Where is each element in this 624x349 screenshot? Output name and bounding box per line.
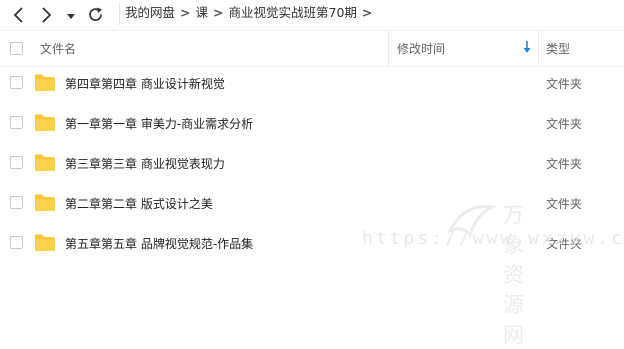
file-row[interactable]: 第三章第三章 商业视觉表现力 文件夹 (0, 144, 624, 182)
file-type: 文件夹 (546, 237, 583, 251)
breadcrumb-item-my-drive[interactable]: 我的网盘 (125, 5, 175, 20)
file-row[interactable]: 第二章第二章 版式设计之美 文件夹 (0, 184, 624, 222)
file-row[interactable]: 第一章第一章 审美力-商业需求分析 文件夹 (0, 104, 624, 142)
file-type: 文件夹 (546, 157, 583, 171)
file-name[interactable]: 第四章第四章 商业设计新视觉 (65, 75, 225, 92)
file-type: 文件夹 (546, 77, 583, 91)
file-list-header: 文件名 修改时间 类型 (0, 30, 624, 67)
column-divider[interactable] (388, 31, 389, 66)
row-checkbox[interactable] (10, 76, 23, 89)
breadcrumb-divider (119, 3, 120, 25)
chevron-right-icon (42, 7, 52, 23)
file-row[interactable]: 第五章第五章 品牌视觉规范-作品集 文件夹 (0, 224, 624, 262)
folder-icon (35, 154, 55, 171)
breadcrumb: 我的网盘 > 课 > 商业视觉实战班第70期 > (125, 5, 377, 21)
row-checkbox[interactable] (10, 116, 23, 129)
file-row[interactable]: 第四章第四章 商业设计新视觉 文件夹 (0, 64, 624, 102)
column-header-modified[interactable]: 修改时间 (397, 40, 445, 57)
refresh-button[interactable] (86, 5, 106, 25)
breadcrumb-separator: > (361, 5, 373, 20)
chevron-left-icon (13, 7, 23, 23)
file-name[interactable]: 第二章第二章 版式设计之美 (65, 195, 213, 212)
row-checkbox[interactable] (10, 156, 23, 169)
caret-down-icon (67, 14, 75, 19)
breadcrumb-item-current-folder[interactable]: 商业视觉实战班第70期 (229, 5, 357, 20)
row-checkbox[interactable] (10, 236, 23, 249)
row-checkbox[interactable] (10, 196, 23, 209)
column-header-type[interactable]: 类型 (546, 40, 570, 57)
file-name[interactable]: 第三章第三章 商业视觉表现力 (65, 155, 225, 172)
refresh-icon (89, 7, 102, 21)
file-name[interactable]: 第一章第一章 审美力-商业需求分析 (65, 115, 253, 132)
breadcrumb-separator: > (213, 5, 224, 20)
column-divider[interactable] (538, 31, 539, 66)
sort-down-icon[interactable] (522, 40, 532, 54)
back-button[interactable] (10, 5, 30, 25)
folder-icon (35, 234, 55, 251)
folder-icon (35, 114, 55, 131)
column-header-name[interactable]: 文件名 (40, 40, 76, 57)
folder-icon (35, 74, 55, 91)
toolbar: 我的网盘 > 课 > 商业视觉实战班第70期 > (0, 0, 624, 30)
breadcrumb-separator: > (180, 5, 191, 20)
file-type: 文件夹 (546, 197, 583, 211)
file-name[interactable]: 第五章第五章 品牌视觉规范-作品集 (65, 235, 253, 252)
folder-icon (35, 194, 55, 211)
file-type: 文件夹 (546, 117, 583, 131)
breadcrumb-item-course[interactable]: 课 (196, 5, 209, 20)
forward-button[interactable] (36, 5, 56, 25)
select-all-checkbox[interactable] (10, 42, 23, 55)
history-dropdown[interactable] (64, 5, 78, 25)
